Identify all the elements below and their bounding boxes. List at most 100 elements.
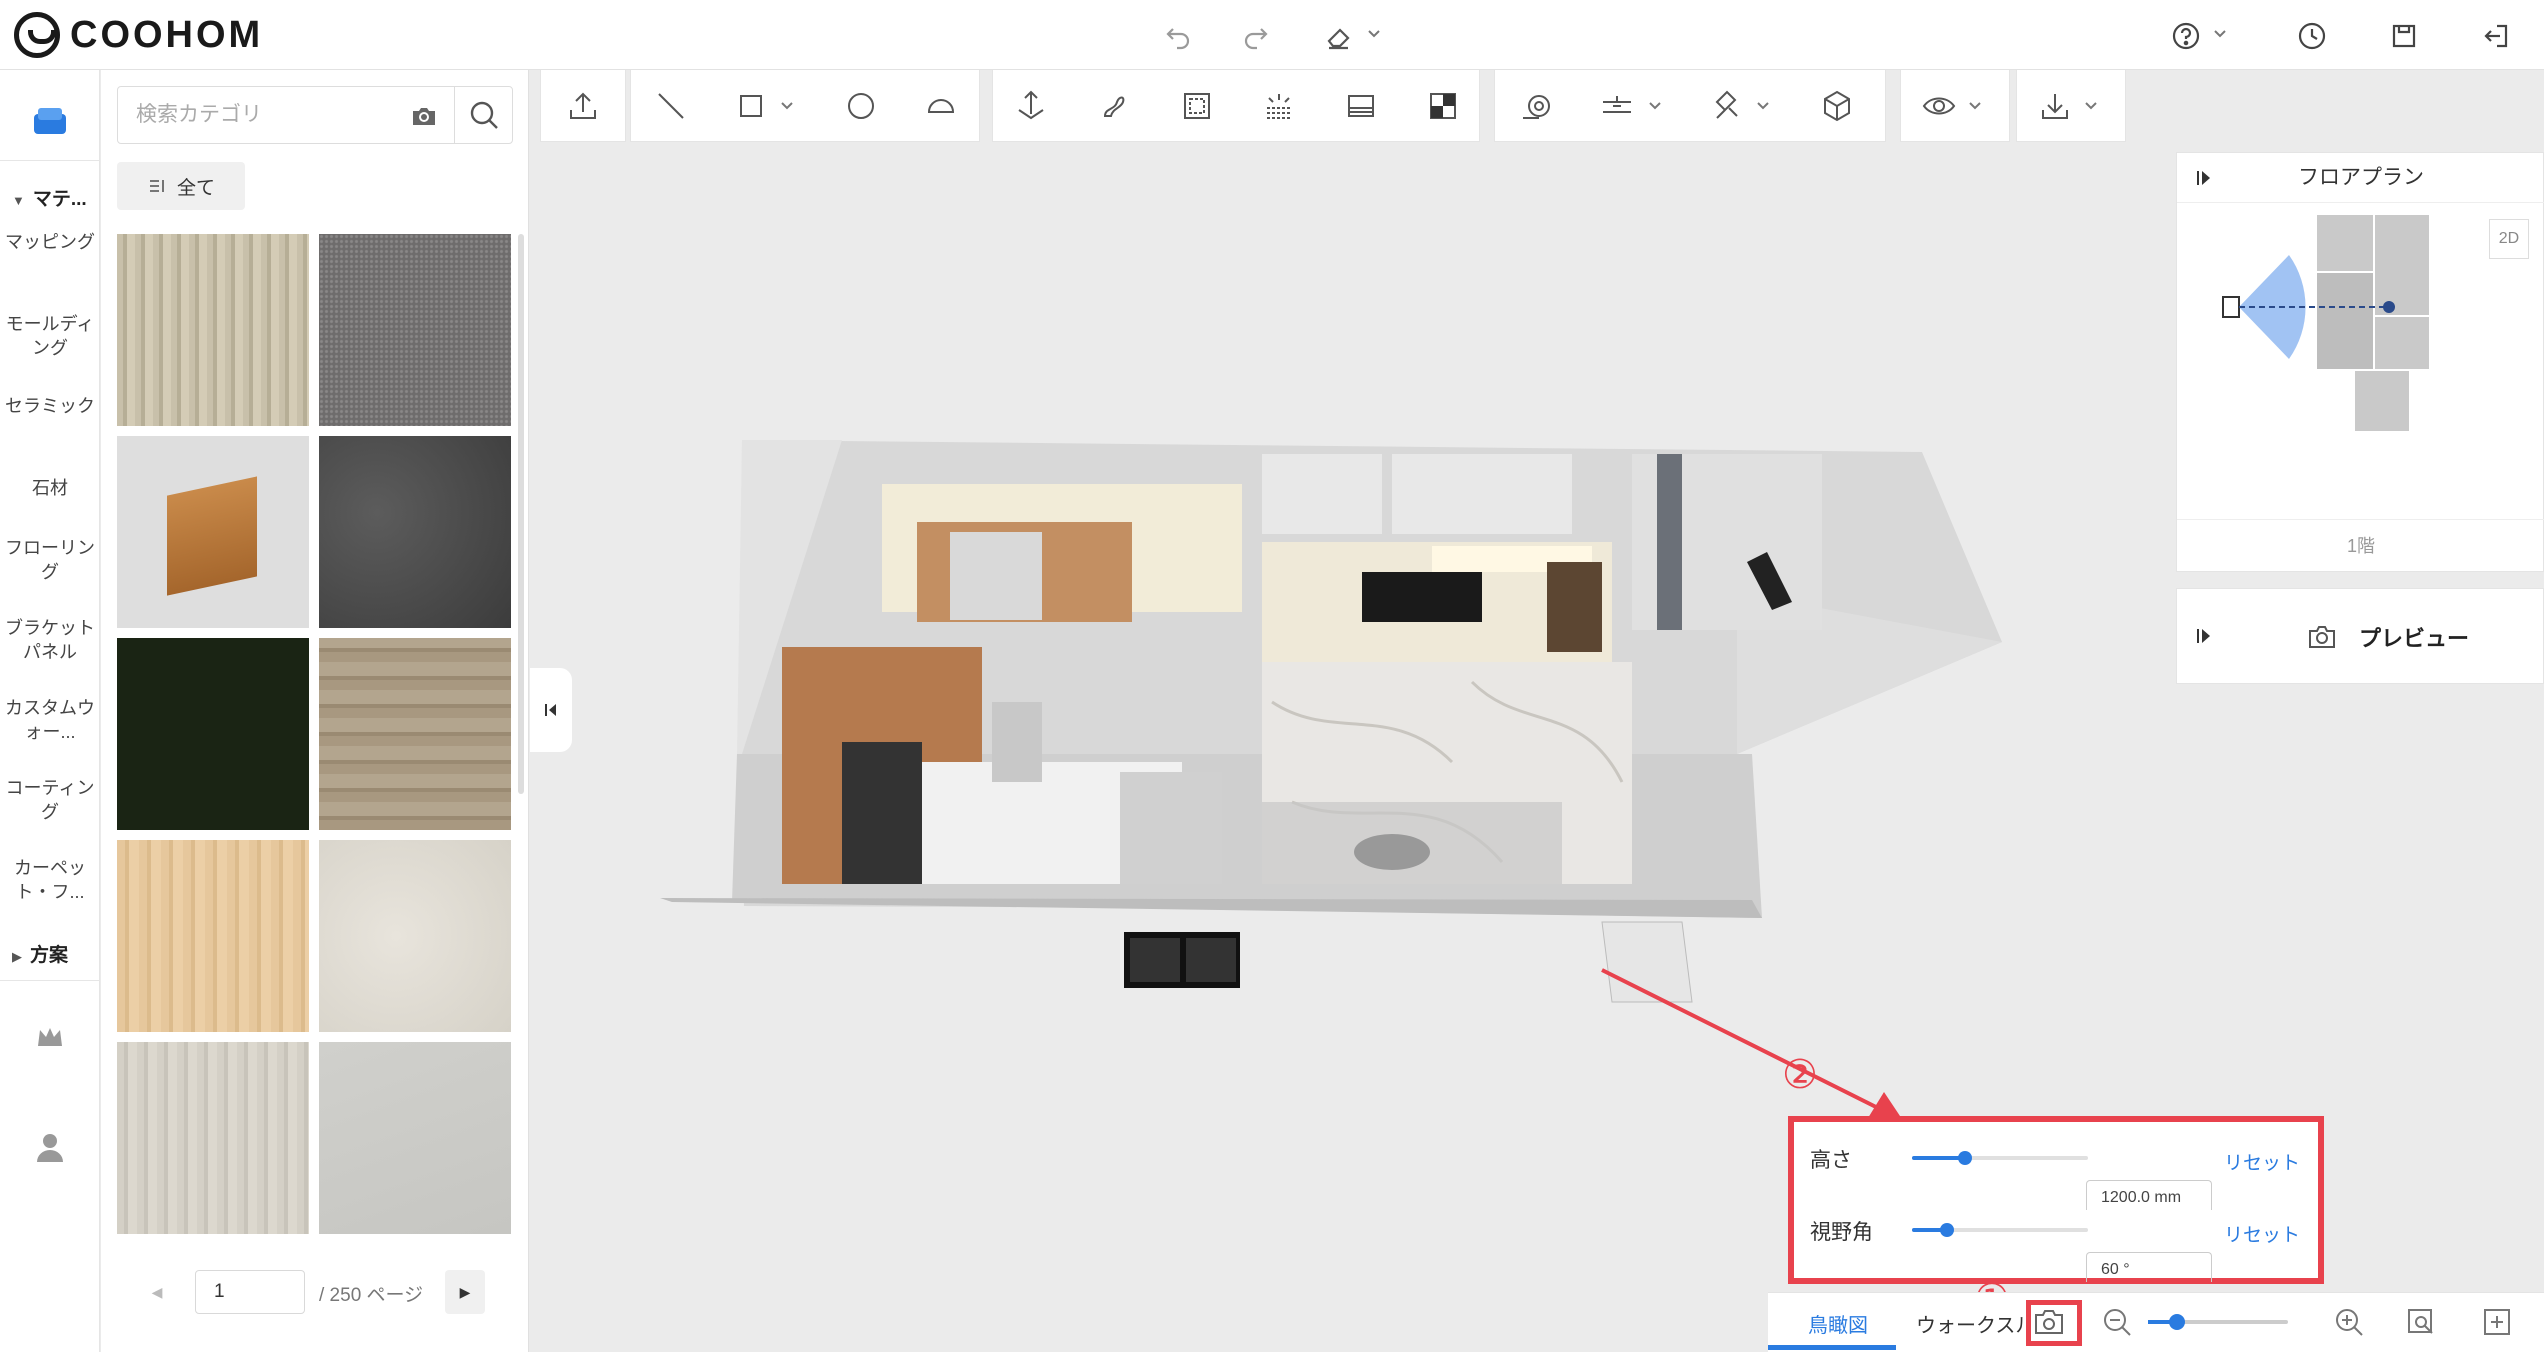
light-icon[interactable]: [1261, 88, 1297, 124]
crown-icon[interactable]: [33, 1020, 67, 1054]
toolbar-group-download: [2016, 70, 2126, 142]
zoom-fit-icon[interactable]: [2404, 1305, 2438, 1339]
rail-item-custom-wall[interactable]: カスタムウォー...: [0, 696, 100, 744]
arc-icon[interactable]: [923, 88, 959, 124]
material-tile[interactable]: [319, 436, 511, 628]
materials-icon[interactable]: [28, 100, 72, 144]
plan-category-header[interactable]: ▶ 方案: [12, 940, 68, 967]
hammer-icon[interactable]: [1709, 88, 1745, 124]
rail-item-mapping[interactable]: マッピング: [0, 230, 100, 254]
floor-plan-map[interactable]: [2197, 213, 2457, 473]
download-chevron-down-icon[interactable]: [2083, 98, 2099, 114]
material-panel: 全て ◀ / 250 ページ ▶: [101, 70, 529, 1352]
exit-icon[interactable]: [2478, 18, 2514, 54]
eye-icon[interactable]: [1921, 88, 1957, 124]
align-chevron-down-icon[interactable]: [1647, 98, 1663, 114]
zoom-slider-thumb[interactable]: [2169, 1314, 2185, 1330]
rail-item-ceramic[interactable]: セラミック: [0, 394, 100, 418]
fov-slider[interactable]: [1912, 1223, 2088, 1237]
window-pane: [1130, 938, 1180, 982]
camera-marker-icon[interactable]: [2222, 296, 2240, 318]
line-icon[interactable]: [653, 88, 689, 124]
rail-item-carpet[interactable]: カーペット・フ...: [0, 856, 100, 904]
cube-icon[interactable]: [1819, 88, 1855, 124]
plan-room: [2375, 215, 2429, 315]
preview-panel[interactable]: プレビュー: [2176, 588, 2544, 684]
eye-chevron-down-icon[interactable]: [1967, 98, 1983, 114]
height-slider[interactable]: [1912, 1151, 2088, 1165]
next-page-button[interactable]: ▶: [445, 1270, 485, 1314]
height-slider-thumb[interactable]: [1958, 1151, 1972, 1165]
material-tile[interactable]: [117, 840, 309, 1032]
filter-all-label: 全て: [176, 177, 215, 199]
prev-page-button[interactable]: ◀: [137, 1270, 177, 1314]
logo-text: COOHOM: [70, 13, 264, 56]
upload-icon[interactable]: [565, 88, 601, 124]
rail-item-coating[interactable]: コーティング: [0, 776, 100, 824]
rail-divider: [0, 980, 100, 981]
hammer-chevron-down-icon[interactable]: [1755, 98, 1771, 114]
undo-icon[interactable]: [1160, 18, 1196, 54]
rail-item-flooring[interactable]: フローリング: [0, 536, 100, 584]
camera-search-icon[interactable]: [410, 102, 438, 130]
expand-preview-icon[interactable]: [2195, 627, 2213, 645]
top-bar: COOHOM: [0, 0, 2544, 70]
eraser-chevron-down-icon[interactable]: [1366, 26, 1382, 42]
floor-plan-2d-button[interactable]: 2D: [2489, 219, 2529, 259]
panel-icon[interactable]: [1343, 88, 1379, 124]
rectangle-chevron-down-icon[interactable]: [779, 98, 795, 114]
align-icon[interactable]: [1599, 88, 1635, 124]
annotation-step-2: ②: [1782, 1053, 1818, 1097]
download-icon[interactable]: [2037, 88, 2073, 124]
camera-target-marker[interactable]: [2383, 301, 2395, 313]
material-tile[interactable]: [319, 840, 511, 1032]
eraser-icon[interactable]: [1320, 18, 1356, 54]
logo[interactable]: COOHOM: [14, 12, 263, 58]
preview-label: プレビュー: [2307, 621, 2469, 653]
rail-item-molding[interactable]: モールディング: [0, 312, 100, 360]
zoom-in-icon[interactable]: [2332, 1305, 2366, 1339]
help-chevron-down-icon[interactable]: [2212, 26, 2228, 42]
user-icon[interactable]: [33, 1130, 67, 1164]
fov-value-input[interactable]: 60 °: [2086, 1252, 2212, 1282]
search-button[interactable]: [454, 87, 512, 143]
fullscreen-icon[interactable]: [2480, 1305, 2514, 1339]
material-tile[interactable]: [117, 436, 309, 628]
material-tile[interactable]: [117, 234, 309, 426]
search-input[interactable]: [118, 87, 388, 143]
television: [1362, 572, 1482, 622]
rail-item-bracket-panel[interactable]: ブラケットパネル: [0, 616, 100, 664]
save-icon[interactable]: [2386, 18, 2422, 54]
page-number-input[interactable]: [195, 1270, 305, 1314]
window-pane: [1186, 938, 1236, 982]
floor-label[interactable]: 1階: [2177, 519, 2544, 558]
layout-icon[interactable]: [1425, 88, 1461, 124]
help-icon[interactable]: [2168, 18, 2204, 54]
rectangle-icon[interactable]: [733, 88, 769, 124]
materials-category-header[interactable]: ▼ マテ...: [12, 184, 87, 211]
zoom-out-icon[interactable]: [2100, 1305, 2134, 1339]
zoom-slider[interactable]: [2148, 1314, 2288, 1330]
fov-reset-link[interactable]: リセット: [2224, 1220, 2300, 1247]
height-label: 高さ: [1810, 1149, 1852, 1172]
material-tile[interactable]: [319, 234, 511, 426]
history-icon[interactable]: [2294, 18, 2330, 54]
measure-icon[interactable]: [1519, 88, 1555, 124]
material-tile[interactable]: [117, 1042, 309, 1234]
redo-icon[interactable]: [1238, 18, 1274, 54]
filter-all-button[interactable]: 全て: [117, 162, 245, 210]
material-scrollbar[interactable]: [518, 234, 524, 794]
tab-walkthrough[interactable]: ウォークスルー: [1916, 1309, 2024, 1338]
material-tile[interactable]: [319, 1042, 511, 1234]
tab-birdseye[interactable]: 鳥瞰図: [1768, 1293, 1902, 1352]
brush-icon[interactable]: [1095, 88, 1131, 124]
rail-item-stone[interactable]: 石材: [0, 476, 100, 500]
circle-icon[interactable]: [843, 88, 879, 124]
height-reset-link[interactable]: リセット: [2224, 1148, 2300, 1175]
frame-select-icon[interactable]: [1179, 88, 1215, 124]
collapse-panel-button[interactable]: [530, 668, 572, 752]
material-tile[interactable]: [117, 638, 309, 830]
material-tile[interactable]: [319, 638, 511, 830]
fov-slider-thumb[interactable]: [1940, 1223, 1954, 1237]
move-icon[interactable]: [1013, 88, 1049, 124]
